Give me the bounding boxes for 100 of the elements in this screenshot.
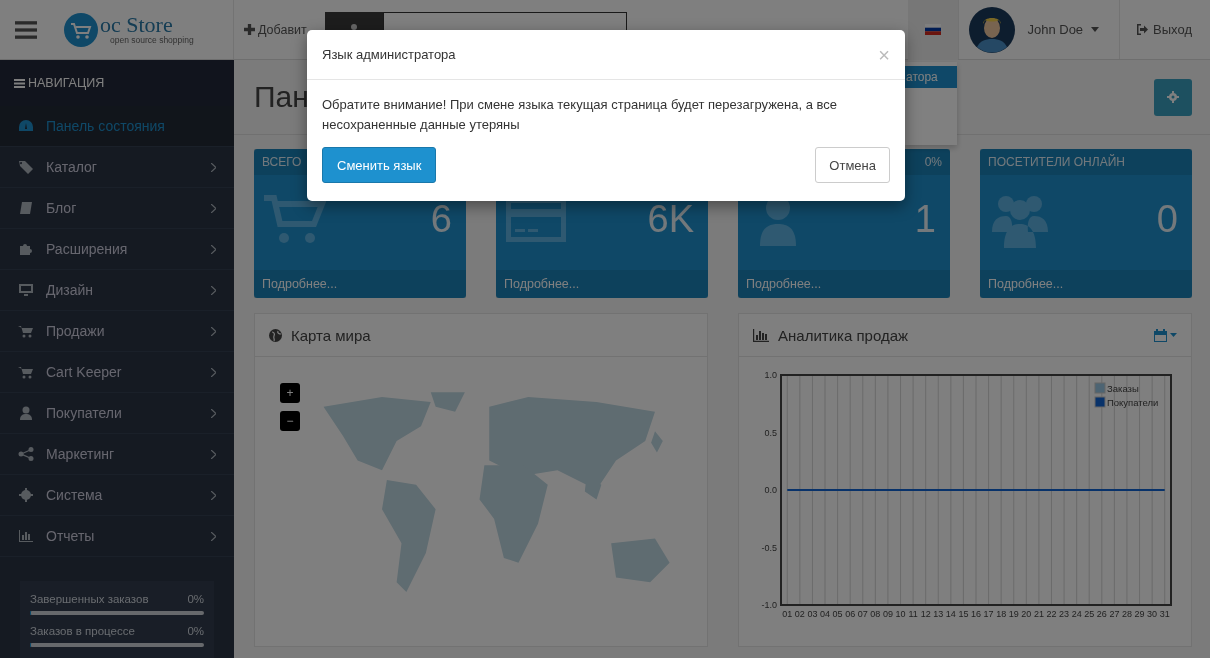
tile-value: 6K (647, 198, 694, 241)
x-tick-label: 27 (1109, 609, 1120, 619)
x-tick-label: 21 (1033, 609, 1044, 619)
nav-item[interactable]: Дизайн (0, 270, 234, 311)
logo-tagline: open source shopping (110, 36, 194, 45)
dialog-title: Язык администратора (322, 47, 456, 62)
zoom-in-button[interactable]: + (280, 383, 300, 403)
more-link[interactable]: Подробнее... (988, 277, 1064, 291)
x-tick-label: 18 (996, 609, 1007, 619)
plus-icon (244, 24, 255, 35)
x-tick-label: 24 (1071, 609, 1082, 619)
russian-flag-icon[interactable] (925, 24, 942, 35)
nav-title: НАВИГАЦИЯ (28, 76, 105, 90)
page-title: Пан (254, 80, 309, 114)
more-link[interactable]: Подробнее... (262, 277, 338, 291)
menu-item[interactable]: атора (905, 66, 957, 88)
bars-icon (18, 529, 34, 543)
tile-value: 1 (914, 198, 936, 241)
tile-value: 0 (1156, 198, 1178, 241)
x-tick-label: 16 (971, 609, 981, 619)
nav-item[interactable]: Панель состояния (0, 106, 234, 147)
nav-item[interactable]: Покупатели (0, 393, 234, 434)
cancel-button[interactable]: Отмена (815, 147, 890, 183)
globe-icon (269, 328, 282, 342)
dialog-message: Обратите внимание! При смене языка текущая страница будет перезагружена, а все несохраненные данные утеряны (322, 96, 839, 134)
legend-label: Заказы (1107, 383, 1139, 394)
menu-icon (14, 78, 25, 88)
panel-title: Карта мира (291, 326, 371, 344)
settings-icon (1167, 91, 1179, 103)
y-tick-label: 1.0 (764, 370, 777, 380)
nav-item[interactable]: Система (0, 475, 234, 516)
logo-text: oc Store (100, 14, 173, 37)
x-tick-label: 14 (945, 609, 956, 619)
cart-icon (18, 324, 34, 338)
date-range-dropdown[interactable] (1154, 328, 1177, 342)
user-menu[interactable]: John Doe (1027, 22, 1110, 37)
x-tick-label: 30 (1147, 609, 1158, 619)
y-tick-label: 0.5 (764, 427, 777, 438)
x-tick-label: 28 (1121, 609, 1132, 619)
x-tick-label: 02 (794, 609, 805, 619)
avatar (969, 6, 1016, 53)
nav-item[interactable]: Продажи (0, 311, 234, 352)
y-tick-label: -0.5 (761, 542, 777, 553)
x-tick-label: 29 (1134, 609, 1145, 619)
x-tick-label: 19 (1008, 609, 1019, 619)
x-tick-label: 17 (983, 609, 994, 619)
y-tick-label: -1.0 (761, 600, 777, 610)
tile-percent: 0% (924, 155, 942, 169)
sign-out-icon (1136, 24, 1149, 35)
puzzle-icon (18, 242, 34, 256)
close-button[interactable]: × (878, 44, 890, 65)
more-link[interactable]: Подробнее... (504, 277, 580, 291)
nav-item[interactable]: Отчеты (0, 516, 234, 557)
tile-title: ПОСЕТИТЕЛИ ОНЛАЙН (988, 155, 1125, 169)
caret-icon (1091, 27, 1100, 32)
caret-icon (1170, 333, 1177, 337)
legend-label: Покупатели (1107, 397, 1159, 408)
cart-icon (18, 365, 34, 379)
nav-item[interactable]: Маркетинг (0, 434, 234, 475)
x-tick-label: 09 (882, 609, 893, 619)
settings-button[interactable] (1154, 78, 1192, 116)
x-tick-label: 05 (832, 609, 843, 619)
x-tick-label: 20 (1021, 609, 1032, 619)
add-button[interactable]: Добавит (244, 22, 307, 37)
x-tick-label: 04 (820, 609, 831, 619)
stat-label: Завершенных заказов (30, 593, 149, 605)
menu-icon[interactable] (15, 20, 37, 39)
nav-item[interactable]: Блог (0, 188, 234, 229)
x-tick-label: 26 (1096, 609, 1107, 619)
x-tick-label: 03 (807, 609, 818, 619)
x-tick-label: 07 (857, 609, 868, 619)
nav-item[interactable]: Расширения (0, 229, 234, 270)
zoom-out-button[interactable]: − (280, 411, 300, 431)
x-tick-label: 23 (1059, 609, 1070, 619)
x-tick-label: 01 (782, 609, 793, 619)
logo-icon (64, 12, 98, 47)
x-tick-label: 10 (895, 609, 906, 619)
book-icon (18, 201, 34, 215)
x-tick-label: 11 (908, 609, 918, 619)
tile-title: ВСЕГО (262, 155, 302, 169)
x-tick-label: 31 (1159, 609, 1170, 619)
x-tick-label: 22 (1046, 609, 1057, 619)
share-icon (18, 447, 34, 461)
x-tick-label: 13 (933, 609, 944, 619)
nav-item[interactable]: Cart Keeper (0, 352, 234, 393)
x-tick-label: 12 (920, 609, 931, 619)
tile-value: 6 (430, 198, 452, 241)
x-tick-label: 06 (845, 609, 856, 619)
gear-icon (18, 488, 34, 502)
nav-item[interactable]: Каталог (0, 147, 234, 188)
more-link[interactable]: Подробнее... (746, 277, 822, 291)
x-tick-label: 15 (958, 609, 969, 619)
user-icon (18, 406, 34, 420)
change-language-button[interactable]: Сменить язык (322, 147, 437, 183)
gauge-icon (18, 119, 34, 133)
panel-title: Аналитика продаж (778, 326, 909, 344)
y-tick-label: 0.0 (764, 485, 777, 495)
x-tick-label: 08 (870, 609, 881, 619)
logout-link[interactable]: Выход (1119, 0, 1210, 59)
stat-reading: 0% (187, 625, 204, 637)
